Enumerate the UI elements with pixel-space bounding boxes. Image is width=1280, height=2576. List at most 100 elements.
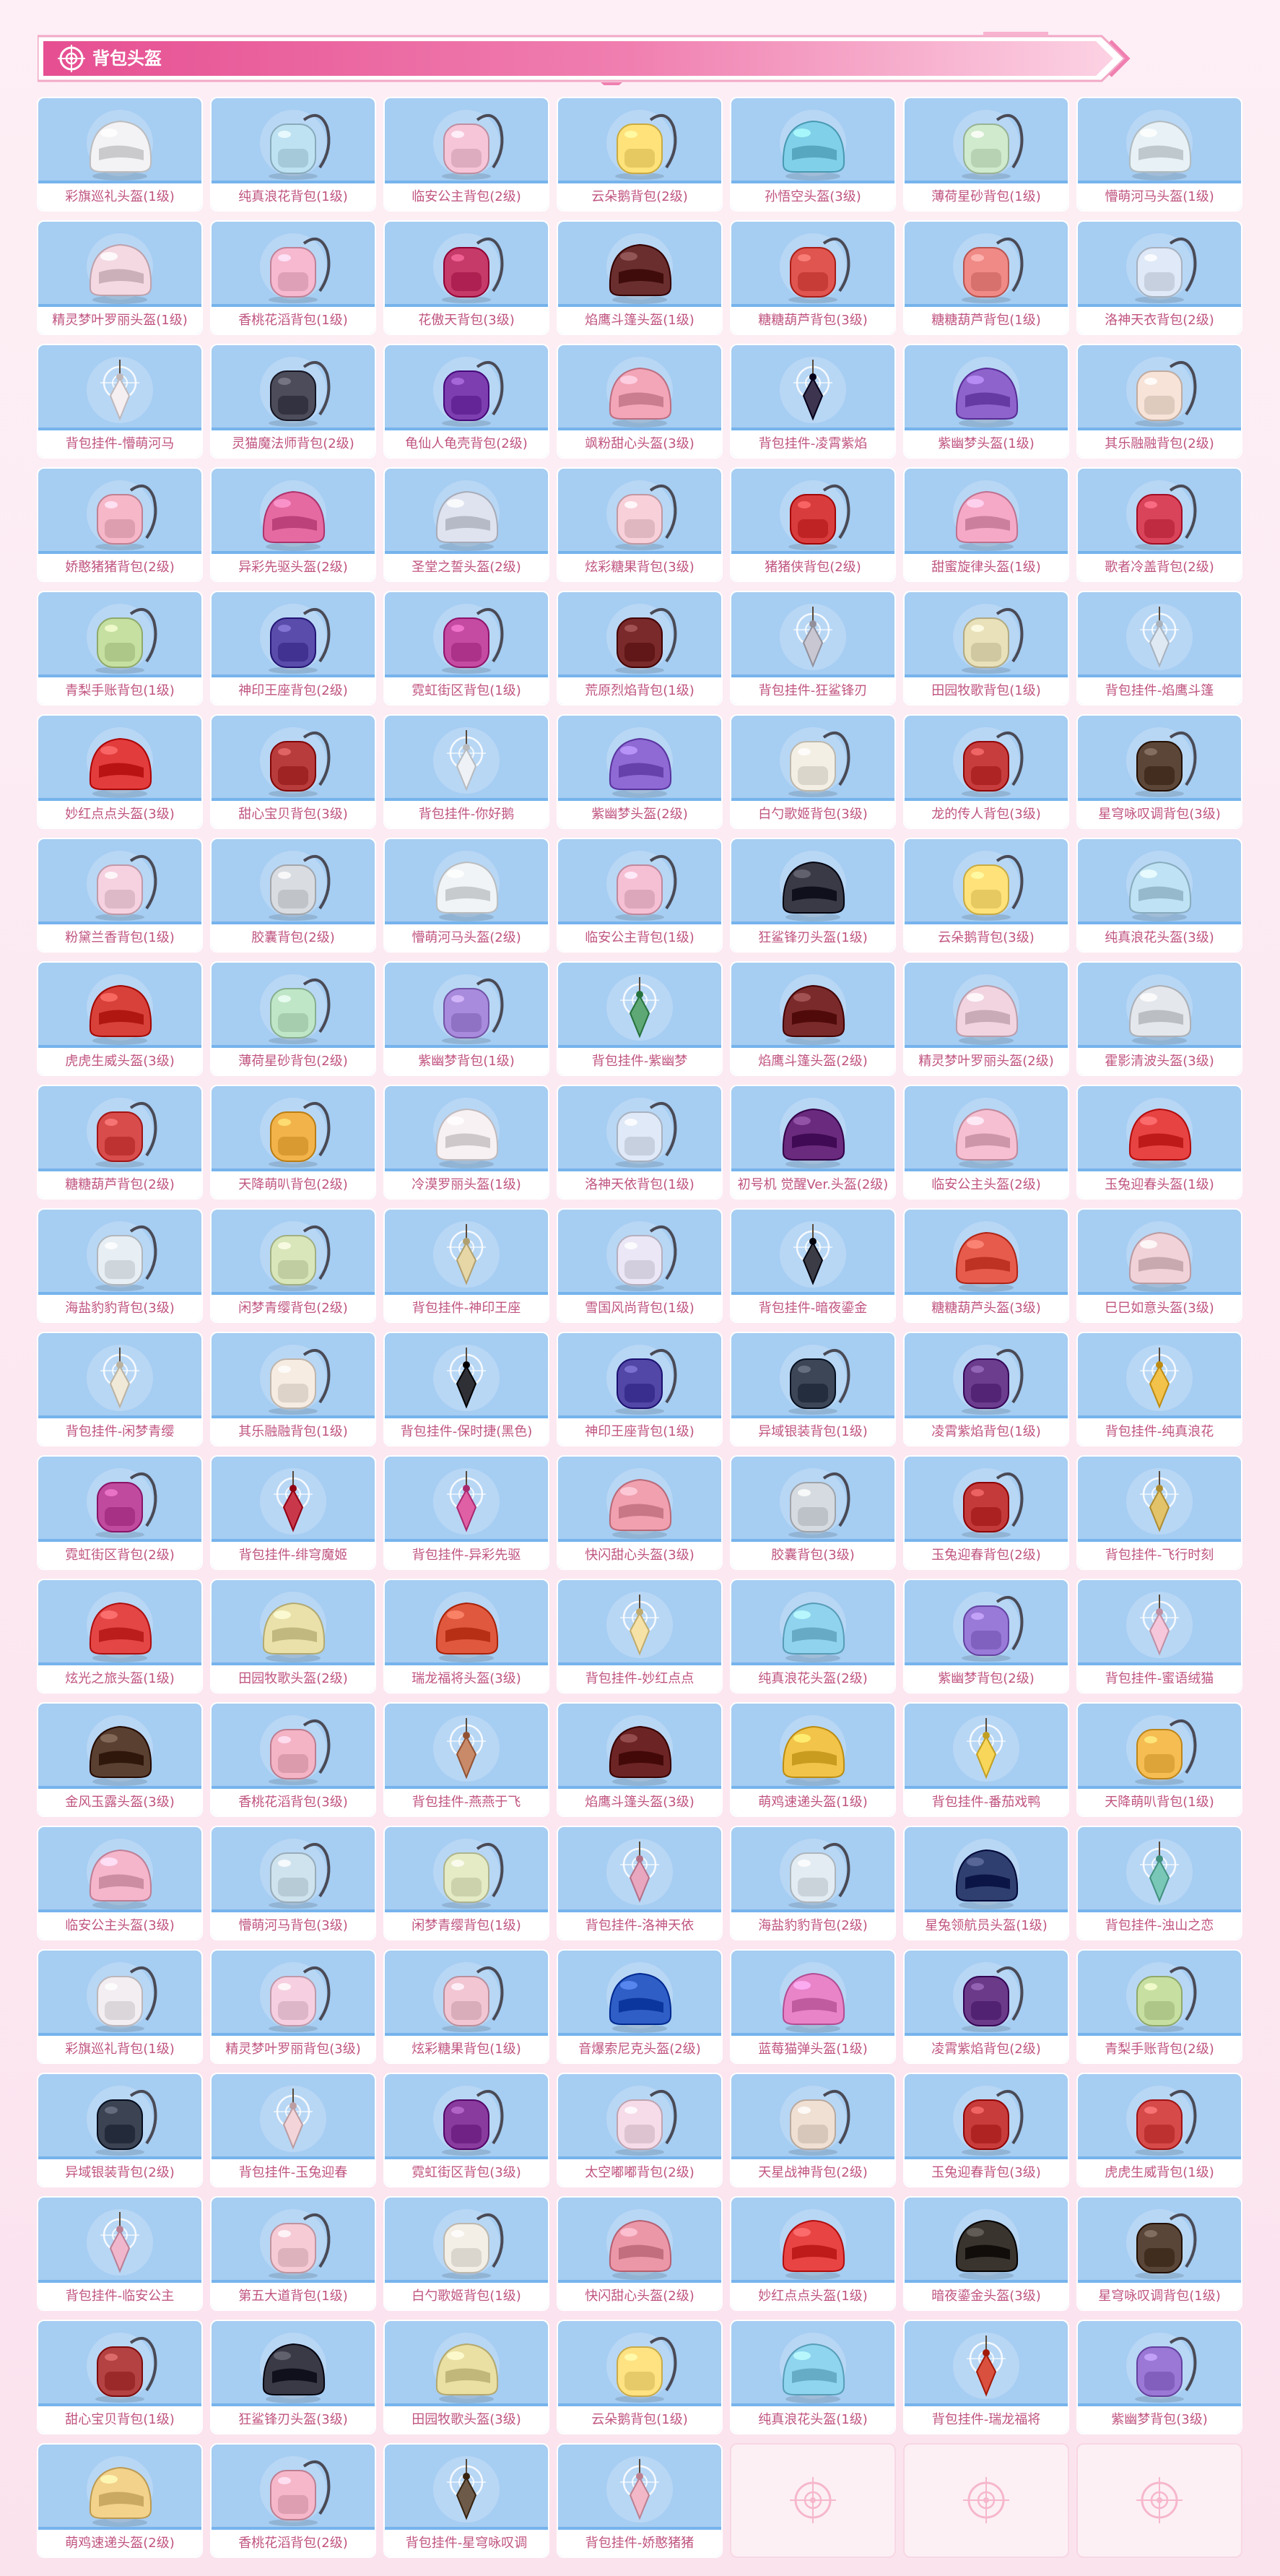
item-card[interactable]: 凌霄紫焰背包(2级)	[903, 1949, 1069, 2064]
item-card[interactable]: 快闪甜心头盔(3级)	[557, 1455, 723, 1570]
item-card[interactable]: 洛神天依背包(1级)	[557, 1085, 723, 1200]
item-card[interactable]: 背包挂件-洛神天依	[557, 1826, 723, 1940]
item-card[interactable]: 背包挂件-暗夜鎏金	[730, 1208, 896, 1323]
item-card[interactable]: 洛神天衣背包(2级)	[1076, 220, 1242, 335]
item-card[interactable]: 背包挂件-你好鹅	[383, 714, 549, 829]
item-card[interactable]: 荒原烈焰背包(1级)	[557, 591, 723, 706]
item-card[interactable]: 田园牧歌头盔(3级)	[383, 2320, 549, 2434]
item-card[interactable]: 星穹咏叹调背包(1级)	[1076, 2196, 1242, 2311]
item-card[interactable]: 背包挂件-狂鲨锋刃	[730, 591, 896, 706]
item-card[interactable]: 背包挂件-娇憨猪猪	[557, 2443, 723, 2558]
item-card[interactable]: 狂鲨锋刃头盔(1级)	[730, 838, 896, 953]
item-card[interactable]: 精灵梦叶罗丽头盔(1级)	[37, 220, 203, 335]
item-card[interactable]: 海盐豹豹背包(2级)	[730, 1826, 896, 1940]
item-card[interactable]: 异域银装背包(1级)	[730, 1332, 896, 1447]
item-card[interactable]: 背包挂件-妙红点点	[557, 1579, 723, 1694]
item-card[interactable]: 太空嘟嘟背包(2级)	[557, 2073, 723, 2187]
item-card[interactable]: 紫幽梦头盔(2级)	[557, 714, 723, 829]
item-card[interactable]: 星穹咏叹调背包(3级)	[1076, 714, 1242, 829]
item-card[interactable]: 背包挂件-星穹咏叹调	[383, 2443, 549, 2558]
item-card[interactable]: 虎虎生威背包(1级)	[1076, 2073, 1242, 2187]
item-card[interactable]: 纯真浪花背包(1级)	[210, 97, 376, 212]
item-card[interactable]: 彩旗巡礼背包(1级)	[37, 1949, 203, 2064]
item-card[interactable]: 瑞龙福将头盔(3级)	[383, 1579, 549, 1694]
item-card[interactable]: 音爆索尼克头盔(2级)	[557, 1949, 723, 2064]
item-card[interactable]: 异彩先驱头盔(2级)	[210, 467, 376, 582]
item-card[interactable]: 懵萌河马头盔(2级)	[383, 838, 549, 953]
item-card[interactable]: 妙红点点头盔(1级)	[730, 2196, 896, 2311]
item-card[interactable]: 背包挂件-蜜语绒猫	[1076, 1579, 1242, 1694]
item-card[interactable]: 背包挂件-懵萌河马	[37, 344, 203, 459]
item-card[interactable]: 紫幽梦背包(2级)	[903, 1579, 1069, 1694]
item-card[interactable]: 炫彩糖果背包(1级)	[383, 1949, 549, 2064]
item-card[interactable]: 背包挂件-凌霄紫焰	[730, 344, 896, 459]
item-card[interactable]: 背包挂件-神印王座	[383, 1208, 549, 1323]
item-card[interactable]: 糖糖葫芦背包(3级)	[730, 220, 896, 335]
item-card[interactable]: 背包挂件-燕燕于飞	[383, 1702, 549, 1817]
item-card[interactable]: 背包挂件-纯真浪花	[1076, 1332, 1242, 1447]
item-card[interactable]: 背包挂件-闲梦青缨	[37, 1332, 203, 1447]
item-card[interactable]: 云朵鹅背包(3级)	[903, 838, 1069, 953]
item-card[interactable]: 炫彩糖果背包(3级)	[557, 467, 723, 582]
item-card[interactable]: 薄荷星砂背包(2级)	[210, 961, 376, 1076]
item-card[interactable]: 背包挂件-浊山之恋	[1076, 1826, 1242, 1940]
item-card[interactable]: 香桃花滔背包(1级)	[210, 220, 376, 335]
item-card[interactable]: 焰鹰斗篷头盔(2级)	[730, 961, 896, 1076]
item-card[interactable]: 霍影清波头盔(3级)	[1076, 961, 1242, 1076]
item-card[interactable]: 白勺歌姬背包(3级)	[730, 714, 896, 829]
item-card[interactable]: 田园牧歌背包(1级)	[903, 591, 1069, 706]
item-card[interactable]: 闲梦青缨背包(1级)	[383, 1826, 549, 1940]
item-card[interactable]: 神印王座背包(1级)	[557, 1332, 723, 1447]
item-card[interactable]: 萌鸡速递头盔(2级)	[37, 2443, 203, 2558]
item-card[interactable]: 紫幽梦背包(1级)	[383, 961, 549, 1076]
item-card[interactable]: 冷漠罗丽头盔(1级)	[383, 1085, 549, 1200]
item-card[interactable]: 甜心宝贝背包(3级)	[210, 714, 376, 829]
item-card[interactable]: 紫幽梦背包(3级)	[1076, 2320, 1242, 2434]
item-card[interactable]: 粉黛兰香背包(1级)	[37, 838, 203, 953]
item-card[interactable]: 胶囊背包(3级)	[730, 1455, 896, 1570]
item-card[interactable]: 玉兔迎春背包(3级)	[903, 2073, 1069, 2187]
item-card[interactable]: 猪猪侠背包(2级)	[730, 467, 896, 582]
item-card[interactable]: 纯真浪花头盔(3级)	[1076, 838, 1242, 953]
item-card[interactable]: 临安公主头盔(2级)	[903, 1085, 1069, 1200]
item-card[interactable]: 星兔领航员头盔(1级)	[903, 1826, 1069, 1940]
item-card[interactable]: 圣堂之誓头盔(2级)	[383, 467, 549, 582]
item-card[interactable]: 田园牧歌头盔(2级)	[210, 1579, 376, 1694]
item-card[interactable]: 精灵梦叶罗丽背包(3级)	[210, 1949, 376, 2064]
item-card[interactable]: 临安公主背包(2级)	[383, 97, 549, 212]
item-card[interactable]: 白勺歌姬背包(1级)	[383, 2196, 549, 2311]
item-card[interactable]: 糖糖葫芦头盔(3级)	[903, 1208, 1069, 1323]
item-card[interactable]: 背包挂件-异彩先驱	[383, 1455, 549, 1570]
item-card[interactable]: 青梨手账背包(1级)	[37, 591, 203, 706]
item-card[interactable]: 霓虹街区背包(3级)	[383, 2073, 549, 2187]
item-card[interactable]: 霓虹街区背包(1级)	[383, 591, 549, 706]
item-card[interactable]: 薄荷星砂背包(1级)	[903, 97, 1069, 212]
item-card[interactable]: 萌鸡速递头盔(1级)	[730, 1702, 896, 1817]
item-card[interactable]: 初号机 觉醒Ver.头盔(2级)	[730, 1085, 896, 1200]
item-card[interactable]: 临安公主背包(1级)	[557, 838, 723, 953]
item-card[interactable]: 炫光之旅头盔(1级)	[37, 1579, 203, 1694]
item-card[interactable]: 背包挂件-飞行时刻	[1076, 1455, 1242, 1570]
item-card[interactable]: 飒粉甜心头盔(3级)	[557, 344, 723, 459]
item-card[interactable]: 背包挂件-紫幽梦	[557, 961, 723, 1076]
item-card[interactable]: 海盐豹豹背包(3级)	[37, 1208, 203, 1323]
item-card[interactable]: 龟仙人龟壳背包(2级)	[383, 344, 549, 459]
item-card[interactable]: 甜蜜旋律头盔(1级)	[903, 467, 1069, 582]
item-card[interactable]: 巳巳如意头盔(3级)	[1076, 1208, 1242, 1323]
item-card[interactable]: 青梨手账背包(2级)	[1076, 1949, 1242, 2064]
item-card[interactable]: 云朵鹅背包(2级)	[557, 97, 723, 212]
item-card[interactable]: 狂鲨锋刃头盔(3级)	[210, 2320, 376, 2434]
item-card[interactable]: 背包挂件-番茄戏鸭	[903, 1702, 1069, 1817]
item-card[interactable]: 云朵鹅背包(1级)	[557, 2320, 723, 2434]
item-card[interactable]: 胶囊背包(2级)	[210, 838, 376, 953]
item-card[interactable]: 背包挂件-绯穹魔姬	[210, 1455, 376, 1570]
item-card[interactable]: 玉兔迎春头盔(1级)	[1076, 1085, 1242, 1200]
item-card[interactable]: 甜心宝贝背包(1级)	[37, 2320, 203, 2434]
item-card[interactable]: 背包挂件-瑞龙福将	[903, 2320, 1069, 2434]
item-card[interactable]: 神印王座背包(2级)	[210, 591, 376, 706]
item-card[interactable]: 花傲天背包(3级)	[383, 220, 549, 335]
item-card[interactable]: 妙红点点头盔(3级)	[37, 714, 203, 829]
item-card[interactable]: 糖糖葫芦背包(1级)	[903, 220, 1069, 335]
item-card[interactable]: 第五大道背包(1级)	[210, 2196, 376, 2311]
item-card[interactable]: 金风玉露头盔(3级)	[37, 1702, 203, 1817]
